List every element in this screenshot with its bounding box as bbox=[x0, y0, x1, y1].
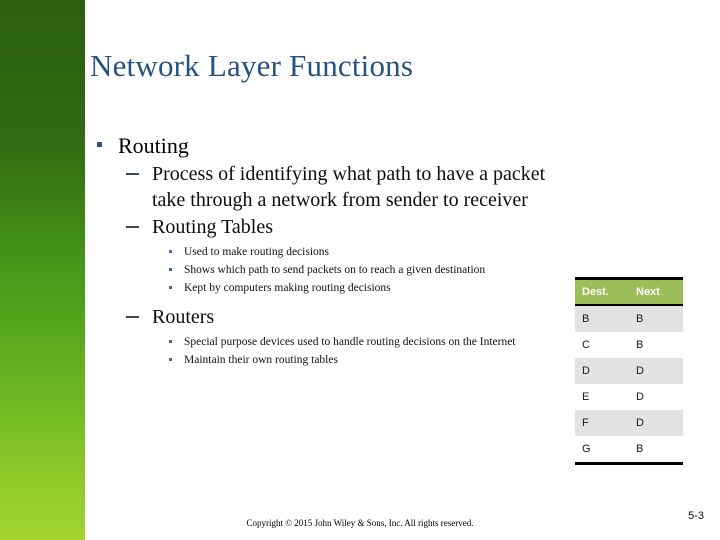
bullet-routers-label: Routers bbox=[152, 306, 215, 328]
routing-table: Dest. Next B B C B D D E D F D G B bbox=[575, 277, 683, 465]
routers-sub-list: Special purpose devices used to handle r… bbox=[164, 335, 570, 368]
small-bullet-icon bbox=[169, 358, 172, 361]
cell-next: D bbox=[629, 410, 683, 436]
list-item: Kept by computers making routing decisio… bbox=[164, 281, 570, 296]
slide: Network Layer Functions Routing Process … bbox=[0, 0, 720, 540]
list-item-label: Used to make routing decisions bbox=[184, 246, 330, 258]
cell-dest: C bbox=[575, 332, 629, 358]
list-item-label: Shows which path to send packets on to r… bbox=[184, 264, 486, 276]
outline-level-2-list: Process of identifying what path to have… bbox=[122, 161, 570, 368]
cell-dest: E bbox=[575, 384, 629, 410]
cell-dest: D bbox=[575, 358, 629, 384]
small-bullet-icon bbox=[169, 268, 172, 271]
list-item-label: Maintain their own routing tables bbox=[184, 354, 338, 366]
column-header-dest: Dest. bbox=[575, 277, 629, 306]
bullet-routers: Routers bbox=[122, 304, 570, 330]
list-item-label: Special purpose devices used to handle r… bbox=[184, 336, 516, 348]
routing-tables-sub-list: Used to make routing decisions Shows whi… bbox=[164, 245, 570, 296]
cell-dest: G bbox=[575, 436, 629, 465]
bullet-routing: Routing bbox=[90, 132, 570, 159]
table-row: C B bbox=[575, 332, 683, 358]
square-bullet-icon bbox=[97, 142, 102, 147]
table-row: G B bbox=[575, 436, 683, 465]
small-bullet-icon bbox=[169, 340, 172, 343]
left-green-accent-band bbox=[0, 0, 85, 540]
bullet-process-of-identifying: Process of identifying what path to have… bbox=[122, 161, 570, 213]
dash-bullet-icon bbox=[126, 226, 139, 228]
slide-title: Network Layer Functions bbox=[90, 48, 414, 83]
dash-bullet-icon bbox=[126, 173, 139, 175]
list-item: Maintain their own routing tables bbox=[164, 353, 570, 368]
table-row: D D bbox=[575, 358, 683, 384]
table-row: B B bbox=[575, 305, 683, 332]
cell-next: B bbox=[629, 436, 683, 465]
bullet-process-label: Process of identifying what path to have… bbox=[152, 163, 546, 211]
cell-dest: F bbox=[575, 410, 629, 436]
bullet-routing-tables-label: Routing Tables bbox=[152, 216, 274, 238]
cell-dest: B bbox=[575, 305, 629, 332]
cell-next: B bbox=[629, 332, 683, 358]
list-item: Used to make routing decisions bbox=[164, 245, 570, 260]
table-row: E D bbox=[575, 384, 683, 410]
slide-number: 5-3 bbox=[688, 510, 704, 522]
cell-next: B bbox=[629, 305, 683, 332]
bullet-routing-tables: Routing Tables bbox=[122, 214, 570, 240]
dash-bullet-icon bbox=[126, 316, 139, 318]
table-row: F D bbox=[575, 410, 683, 436]
cell-next: D bbox=[629, 358, 683, 384]
table-header-row: Dest. Next bbox=[575, 277, 683, 306]
list-item: Special purpose devices used to handle r… bbox=[164, 335, 570, 350]
small-bullet-icon bbox=[169, 286, 172, 289]
outline-level-1-list: Routing bbox=[90, 132, 570, 159]
column-header-next: Next bbox=[629, 277, 683, 306]
list-item-label: Kept by computers making routing decisio… bbox=[184, 282, 391, 294]
bullet-routing-label: Routing bbox=[118, 133, 189, 158]
list-item: Shows which path to send packets on to r… bbox=[164, 263, 570, 278]
small-bullet-icon bbox=[169, 250, 172, 253]
slide-body: Routing Process of identifying what path… bbox=[90, 132, 570, 376]
cell-next: D bbox=[629, 384, 683, 410]
copyright-footer: Copyright © 2015 John Wiley & Sons, Inc.… bbox=[246, 518, 474, 528]
